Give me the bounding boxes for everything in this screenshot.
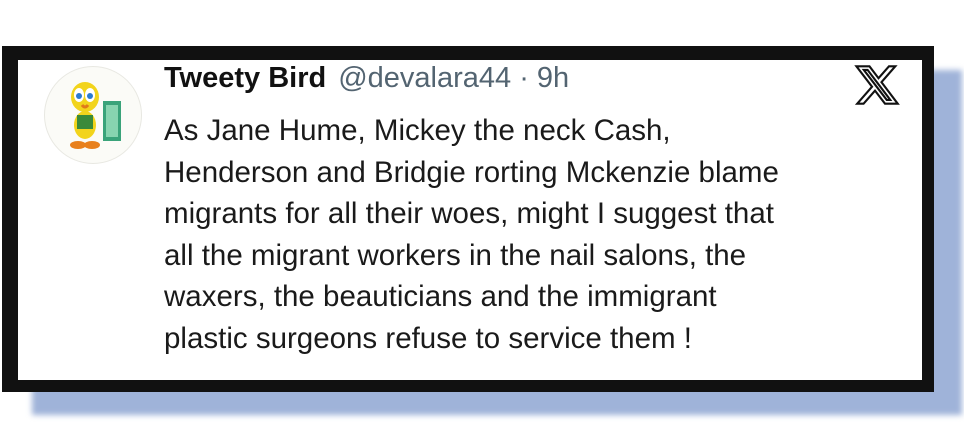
tweet-header: Tweety Bird @devalara44 · 9h	[164, 62, 569, 102]
tweet-body: As Jane Hume, Mickey the neck Cash, Hend…	[164, 110, 904, 359]
tweet-line: As Jane Hume, Mickey the neck Cash,	[164, 114, 671, 147]
tweet-screenshot: Tweety Bird @devalara44 · 9h As Jane Hum…	[0, 0, 964, 428]
tweet-line: plastic surgeons refuse to service them …	[164, 321, 692, 355]
tweet-line: Henderson and Bridgie rorting Mckenzie b…	[164, 155, 779, 189]
handle-and-time[interactable]: @devalara44 · 9h	[338, 62, 569, 95]
tweety-bird-avatar-icon	[70, 82, 121, 149]
tweet-card[interactable]: Tweety Bird @devalara44 · 9h As Jane Hum…	[18, 60, 922, 380]
x-logo-icon	[854, 65, 900, 105]
avatar[interactable]	[44, 66, 142, 164]
tweet-line: waxers, the beauticians and the immigran…	[164, 280, 717, 313]
tweet-line: all the migrant workers in the nail salo…	[164, 238, 747, 272]
display-name[interactable]: Tweety Bird	[164, 62, 326, 95]
tweet-line: migrants for all their woes, might I sug…	[164, 197, 774, 230]
tweet-frame: Tweety Bird @devalara44 · 9h As Jane Hum…	[2, 46, 934, 392]
